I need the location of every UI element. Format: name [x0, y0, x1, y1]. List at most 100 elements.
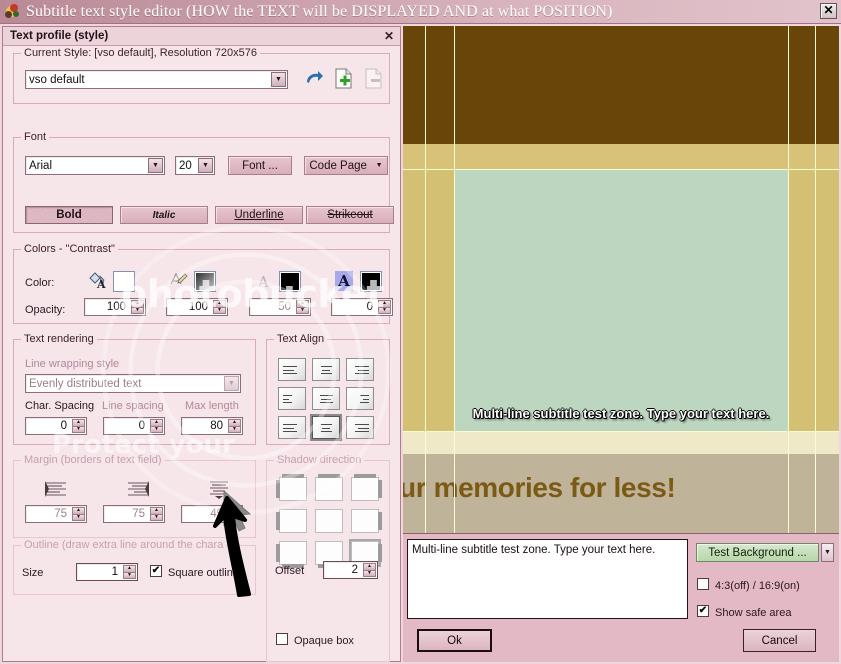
line-spacing-spinner[interactable]: 0 ▲ ▼: [103, 417, 165, 435]
shadow-top-left-button[interactable]: [276, 474, 307, 501]
video-preview[interactable]: ur memories for less! Multi-line subtitl…: [403, 26, 839, 533]
background-slogan: ur memories for less!: [403, 472, 676, 503]
outline-size-spinner[interactable]: 1 ▲ ▼: [76, 563, 138, 581]
spinner-buttons[interactable]: ▲ ▼: [72, 419, 85, 433]
safe-area-line-right-inner: [788, 26, 789, 533]
align-top-center-button[interactable]: [312, 358, 340, 381]
outline-opacity-spinner[interactable]: 100 ▲ ▼: [166, 298, 228, 316]
add-style-button[interactable]: [334, 68, 353, 89]
fill-color-swatch[interactable]: [113, 271, 135, 292]
chevron-down-icon: ▼: [375, 162, 383, 169]
line-spacing-value: 0: [138, 420, 145, 432]
spinner-buttons[interactable]: ▲ ▼: [378, 300, 391, 314]
style-select[interactable]: vso default ▼: [25, 70, 288, 89]
char-spacing-spinner[interactable]: 0 ▲ ▼: [25, 417, 87, 435]
subtitle-text-input[interactable]: Multi-line subtitle test zone. Type your…: [407, 539, 688, 619]
underline-toggle[interactable]: Underline: [215, 206, 303, 224]
shadow-offset-spinner[interactable]: 2 ▲ ▼: [323, 561, 378, 579]
font-group: Font Arial ▼ 20 ▼ Font ... Code Page ▼ B…: [13, 131, 394, 233]
test-background-button[interactable]: Test Background ...: [696, 543, 819, 562]
spinner-buttons[interactable]: ▲ ▼: [131, 300, 144, 314]
margin-bottom-spinner[interactable]: 49 ▲ ▼: [181, 505, 243, 523]
pen-a-icon[interactable]: [169, 271, 189, 291]
text-rendering-group: Text rendering Line wrapping style Evenl…: [13, 333, 256, 445]
font-dialog-button[interactable]: Font ...: [228, 156, 292, 175]
safe-area-line-left-inner: [454, 26, 455, 533]
align-bottom-left-button[interactable]: [278, 416, 306, 439]
load-style-button[interactable]: [304, 69, 324, 89]
shadow-edge: [276, 512, 280, 530]
char-spacing-value: 0: [60, 420, 67, 432]
spinner-buttons[interactable]: ▲ ▼: [213, 300, 226, 314]
safe-area-line-right-outer: [815, 26, 816, 533]
fill-opacity-spinner[interactable]: 100 ▲ ▼: [84, 298, 146, 316]
line-wrapping-select[interactable]: Evenly distributed text ▼: [25, 374, 241, 393]
show-safe-area-checkbox[interactable]: ✔: [697, 605, 709, 617]
bucket-fill-a-icon[interactable]: A: [88, 271, 108, 291]
spinner-buttons[interactable]: ▲ ▼: [296, 300, 309, 314]
shadow-direction-grid[interactable]: [276, 474, 382, 568]
spinner-buttons[interactable]: ▲ ▼: [228, 419, 241, 433]
text-align-grid[interactable]: [278, 358, 374, 441]
spinner-buttons[interactable]: ▲ ▼: [363, 563, 376, 577]
align-middle-center-button[interactable]: [312, 387, 340, 410]
align-middle-right-button[interactable]: [346, 387, 374, 410]
bold-toggle[interactable]: Bold: [25, 206, 113, 224]
shadow-top-center-button[interactable]: [315, 474, 343, 501]
subtitle-preview-text: Multi-line subtitle test zone. Type your…: [472, 406, 770, 421]
highlight-a-icon[interactable]: A: [335, 271, 353, 291]
aspect-ratio-checkbox[interactable]: [697, 578, 709, 590]
outline-color-swatch[interactable]: [194, 271, 216, 292]
panel-close-icon[interactable]: ✕: [384, 29, 394, 43]
shadow-opacity-spinner[interactable]: 50 ▲ ▼: [249, 298, 311, 316]
shadow-middle-left-button[interactable]: [276, 509, 307, 533]
window-close-button[interactable]: ✕: [820, 3, 837, 19]
opaque-box-checkbox[interactable]: [276, 633, 288, 645]
chevron-down-icon[interactable]: ▼: [148, 158, 163, 173]
background-opacity-spinner[interactable]: 0 ▲ ▼: [331, 298, 393, 316]
shadow-bottom-left-button[interactable]: [276, 541, 307, 568]
spinner-buttons[interactable]: ▲ ▼: [123, 565, 136, 579]
spinner-buttons[interactable]: ▲ ▼: [150, 507, 163, 521]
margin-legend: Margin (borders of text field): [21, 454, 165, 466]
strikeout-toggle[interactable]: Strikeout: [306, 206, 394, 224]
align-bottom-right-button[interactable]: [346, 416, 374, 439]
shadow-middle-right-button[interactable]: [351, 509, 382, 533]
max-length-spinner[interactable]: 80 ▲ ▼: [181, 417, 243, 435]
align-top-right-button[interactable]: [346, 358, 374, 381]
align-line: [320, 366, 332, 367]
test-background-dropdown[interactable]: ▼: [821, 543, 834, 562]
square-outline-checkbox[interactable]: ✔: [150, 565, 162, 577]
align-line: [283, 427, 294, 429]
margin-right-spinner[interactable]: 75 ▲ ▼: [103, 505, 165, 523]
current-style-legend: Current Style: [vso default], Resolution…: [21, 47, 260, 59]
margin-left-spinner[interactable]: 75 ▲ ▼: [25, 505, 87, 523]
margin-left-value: 75: [54, 508, 67, 520]
chevron-down-icon[interactable]: ▼: [198, 158, 213, 173]
shadow-top-right-button[interactable]: [351, 474, 382, 501]
cancel-button[interactable]: Cancel: [743, 629, 816, 652]
grey-a-icon[interactable]: A: [255, 271, 273, 291]
chevron-down-icon[interactable]: ▼: [224, 376, 239, 391]
remove-style-button[interactable]: [364, 68, 383, 89]
shadow-color-swatch[interactable]: [279, 271, 301, 292]
chevron-down-icon[interactable]: ▼: [271, 72, 286, 87]
align-line: [319, 395, 333, 396]
align-line: [355, 366, 369, 367]
font-size-select[interactable]: 20 ▼: [175, 156, 215, 175]
opacity-label: Opacity:: [25, 304, 66, 316]
align-bottom-center-button[interactable]: [310, 414, 342, 441]
svg-text:A: A: [96, 278, 106, 291]
font-family-select[interactable]: Arial ▼: [25, 156, 165, 175]
spinner-buttons[interactable]: ▲ ▼: [72, 507, 85, 521]
spinner-buttons[interactable]: ▲ ▼: [228, 507, 241, 521]
ok-button[interactable]: Ok: [417, 629, 492, 652]
align-top-left-button[interactable]: [278, 358, 306, 381]
code-page-button[interactable]: Code Page ▼: [304, 156, 388, 175]
panel-title: Text profile (style): [10, 30, 109, 42]
spinner-buttons[interactable]: ▲ ▼: [150, 419, 163, 433]
italic-toggle[interactable]: Italic: [120, 206, 208, 224]
shadow-none-button[interactable]: [315, 509, 343, 533]
background-color-swatch[interactable]: [360, 271, 382, 292]
align-middle-left-button[interactable]: [278, 387, 306, 410]
